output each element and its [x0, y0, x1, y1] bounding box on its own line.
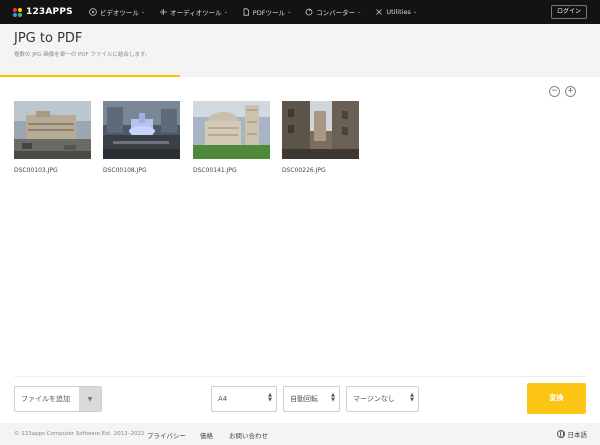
- file-name: DSC00141.JPG: [193, 167, 237, 174]
- language-selector[interactable]: 日本語: [556, 429, 588, 439]
- logo[interactable]: 123APPS: [13, 7, 73, 17]
- login-button[interactable]: ログイン: [550, 5, 587, 19]
- nav-item-label: コンバーター: [316, 9, 356, 17]
- orientation-select[interactable]: 自動回転 ▲ ▼: [283, 386, 340, 412]
- chevron-down-icon: ⌄: [286, 9, 292, 15]
- waveform-icon: [159, 8, 168, 16]
- margin-select[interactable]: マージンなし ▲ ▼: [346, 386, 419, 412]
- photo-thumbnail-image: [103, 101, 180, 159]
- nav-item-label: PDFツール: [252, 9, 285, 17]
- footer-link-pricing[interactable]: 価格: [200, 430, 213, 440]
- orientation-value: 自動回転: [290, 395, 318, 403]
- chevron-down-icon: ▼: [87, 395, 93, 403]
- file-thumbnail[interactable]: [14, 101, 91, 159]
- file-thumbnail[interactable]: [193, 101, 270, 159]
- toolbar-divider: [14, 376, 586, 377]
- nav-item-label: Utilities: [386, 8, 411, 16]
- page-header: JPG to PDF 複数の JPG 画像を単一の PDF ファイルに結合します…: [0, 24, 600, 77]
- footer: © 123apps Computer Software Est. 2012–20…: [0, 423, 600, 445]
- page-size-select[interactable]: A4 ▲ ▼: [211, 386, 277, 412]
- page-size-value: A4: [218, 395, 228, 403]
- convert-icon: [305, 8, 313, 16]
- convert-button[interactable]: 変換: [527, 383, 586, 414]
- chevron-down-icon: ⌄: [412, 9, 418, 15]
- zoom-in-button[interactable]: +: [565, 86, 576, 97]
- upload-progress-bar: [0, 75, 180, 77]
- zoom-out-button[interactable]: −: [549, 86, 560, 97]
- add-files-label: ファイルを追加: [21, 395, 70, 403]
- logo-text: 123APPS: [26, 7, 73, 17]
- add-files-button[interactable]: ファイルを追加 ▼: [14, 386, 102, 412]
- margin-value: マージンなし: [353, 395, 395, 403]
- play-icon: [89, 8, 97, 16]
- nav-item-label: ビデオツール: [99, 9, 139, 17]
- footer-link-privacy[interactable]: プライバシー: [147, 430, 186, 440]
- select-arrows-icon: ▲ ▼: [268, 392, 272, 403]
- nav-item-converters[interactable]: コンバーター ⌄: [305, 7, 361, 17]
- nav-item-utilities[interactable]: Utilities ⌄: [375, 8, 417, 16]
- document-icon: [242, 8, 250, 16]
- select-arrows-icon: ▲ ▼: [331, 392, 335, 403]
- photo-thumbnail-image: [193, 101, 270, 159]
- tools-icon: [375, 8, 383, 16]
- chevron-down-icon: ⌄: [357, 9, 362, 15]
- photo-thumbnail-image: [282, 101, 359, 159]
- nav-item-label: オーディオツール: [170, 9, 222, 17]
- top-navigation: 123APPS ビデオツール ⌄ オーディオツール ⌄ PDFツール ⌄ コンバ…: [0, 0, 600, 24]
- nav-item-video-tools[interactable]: ビデオツール ⌄: [89, 7, 145, 17]
- page-title: JPG to PDF: [14, 31, 83, 46]
- nav-item-pdf-tools[interactable]: PDFツール ⌄: [242, 7, 291, 17]
- nav-item-audio-tools[interactable]: オーディオツール ⌄: [159, 7, 228, 17]
- page-subtitle: 複数の JPG 画像を単一の PDF ファイルに結合します。: [14, 52, 151, 58]
- globe-icon: [556, 430, 565, 438]
- add-files-dropdown-toggle[interactable]: ▼: [79, 387, 101, 411]
- file-thumbnail[interactable]: [282, 101, 359, 159]
- footer-link-contact[interactable]: お問い合わせ: [229, 430, 268, 440]
- chevron-down-icon: ⌄: [140, 9, 146, 15]
- file-name: DSC00103.JPG: [14, 167, 58, 174]
- photo-thumbnail-image: [14, 101, 91, 159]
- file-thumbnail[interactable]: [103, 101, 180, 159]
- select-arrows-icon: ▲ ▼: [410, 392, 414, 403]
- file-name: DSC00108.JPG: [103, 167, 147, 174]
- language-label: 日本語: [567, 431, 588, 439]
- chevron-down-icon: ⌄: [223, 9, 228, 15]
- file-name: DSC00226.JPG: [282, 167, 326, 174]
- copyright-text: © 123apps Computer Software Est. 2012–20…: [14, 431, 145, 437]
- logo-icon: [13, 7, 22, 17]
